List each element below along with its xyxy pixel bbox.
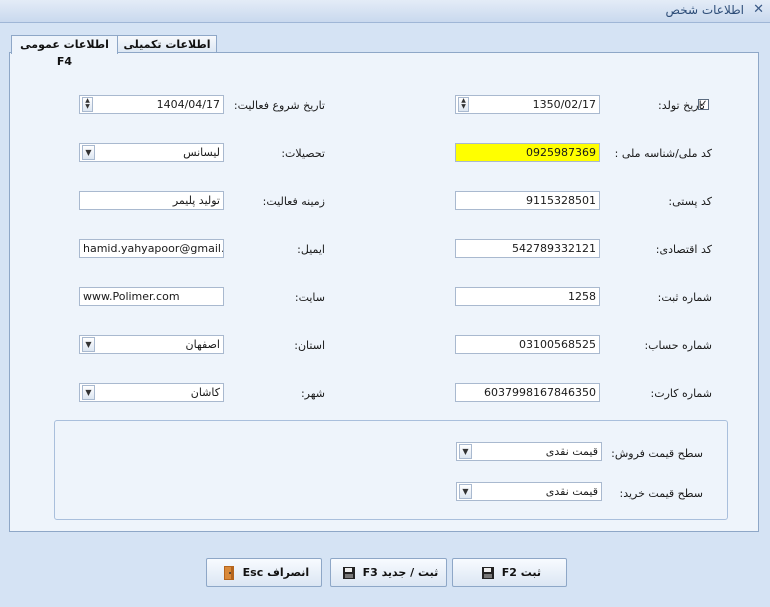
city-label: شهر: [300,387,325,400]
website-field[interactable]: www.Polimer.com [79,287,224,306]
birth-date-value: 1350/02/17 [532,98,596,111]
national-code-value: 0925987369 [526,146,596,159]
account-no-label: شماره حساب: [644,339,712,352]
activity-field-label: زمینه فعالیت: [262,195,325,208]
national-code-field[interactable]: 0925987369 [455,143,600,162]
website-value: www.Polimer.com [83,290,180,303]
postal-code-value: 9115328501 [526,194,596,207]
province-label: استان: [294,339,325,352]
activity-field-value: تولید پلیمر [172,194,220,207]
postal-code-field[interactable]: 9115328501 [455,191,600,210]
city-select[interactable]: ▼ کاشان [79,383,224,402]
email-label: ایمیل: [297,243,325,256]
registration-no-label: شماره ثبت: [657,291,712,304]
date-spinner-icon[interactable]: ▲ ▼ [458,97,469,112]
email-value: hamid.yahyapoor@gmail.com [83,242,223,255]
start-date-label: تاریخ شروع فعالیت: [233,99,325,112]
city-value: کاشان [190,386,220,399]
education-value: لیسانس [183,146,220,159]
province-value: اصفهان [185,338,220,351]
account-no-field[interactable]: 03100568525 [455,335,600,354]
email-field[interactable]: hamid.yahyapoor@gmail.com [79,239,224,258]
national-code-label: کد ملی/شناسه ملی : [614,147,712,160]
economic-code-label: کد اقتصادی: [655,243,712,256]
activity-field-input[interactable]: تولید پلیمر [79,191,224,210]
card-no-label: شماره کارت: [650,387,712,400]
chevron-down-icon[interactable]: ▼ [82,337,95,352]
start-date-value: 1404/04/17 [156,98,220,111]
date-spinner-icon[interactable]: ▲ ▼ [82,97,93,112]
registration-no-field[interactable]: 1258 [455,287,600,306]
birth-date-label: تاریخ تولد: [658,99,705,112]
birth-date-field[interactable]: ▲ ▼ 1350/02/17 [455,95,600,114]
chevron-down-icon[interactable]: ▼ [82,385,95,400]
registration-no-value: 1258 [568,290,596,303]
chevron-down-icon[interactable]: ▼ [82,145,95,160]
website-label: سایت: [294,291,325,304]
card-no-field[interactable]: 6037998167846350 [455,383,600,402]
economic-code-value: 542789332121 [512,242,596,255]
postal-code-label: کد پستی: [668,195,712,208]
province-select[interactable]: ▼ اصفهان [79,335,224,354]
education-select[interactable]: ▼ لیسانس [79,143,224,162]
account-no-value: 03100568525 [519,338,596,351]
start-date-field[interactable]: ▲ ▼ 1404/04/17 [79,95,224,114]
education-label: تحصیلات: [281,147,325,160]
economic-code-field[interactable]: 542789332121 [455,239,600,258]
card-no-value: 6037998167846350 [484,386,596,399]
